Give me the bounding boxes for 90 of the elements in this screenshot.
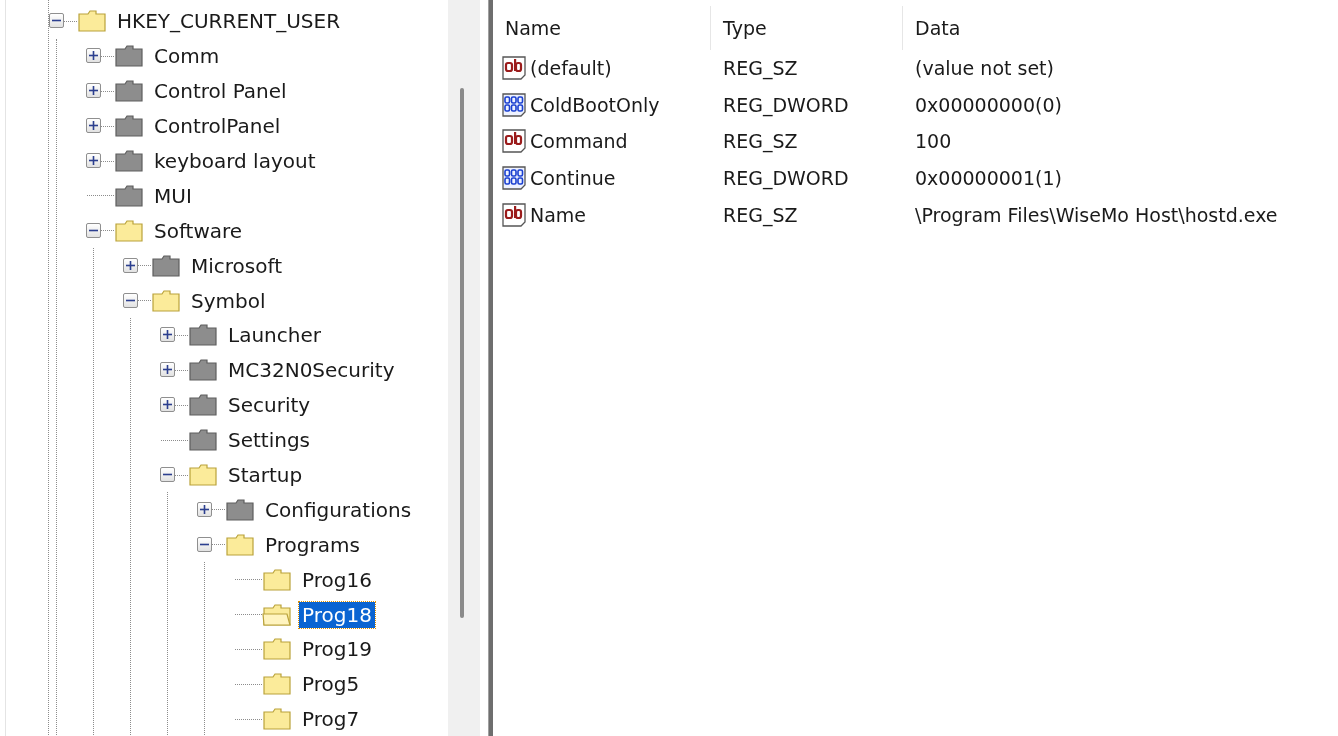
plus-icon <box>89 51 98 61</box>
tree-item[interactable]: Prog18 <box>299 601 375 628</box>
folder-icon <box>225 497 255 522</box>
column-header[interactable]: Type <box>711 6 903 50</box>
value-name[interactable]: ColdBootOnly <box>530 93 660 116</box>
folder-icon <box>188 358 218 383</box>
binary-value-icon <box>501 91 527 118</box>
plus-icon <box>126 260 135 270</box>
value-type: REG_DWORD <box>722 93 850 116</box>
tree-item[interactable]: Launcher <box>225 322 324 349</box>
expand-button[interactable] <box>86 153 101 168</box>
collapse-button[interactable] <box>49 13 64 29</box>
tree-item[interactable]: Prog16 <box>299 566 375 593</box>
folder-icon <box>114 218 144 243</box>
value-data: 100 <box>914 130 953 153</box>
scrollbar[interactable] <box>448 0 480 736</box>
column-header[interactable]: Data <box>903 6 1338 50</box>
folder-icon <box>151 288 181 313</box>
string-value-icon <box>501 201 527 228</box>
tree-item[interactable]: Control Panel <box>151 78 290 105</box>
plus-icon <box>200 504 209 514</box>
tree-item[interactable]: Prog5 <box>299 671 363 698</box>
value-name[interactable]: Continue <box>530 167 616 190</box>
tree-item[interactable]: Prog19 <box>299 636 375 663</box>
tree-item[interactable]: keyboard layout <box>151 148 319 174</box>
expand-button[interactable] <box>160 327 175 343</box>
tree-item[interactable]: Software <box>151 217 246 244</box>
folder-icon <box>114 114 144 139</box>
plus-icon <box>163 365 172 375</box>
value-data: (value not set) <box>914 57 1055 80</box>
expand-button[interactable] <box>86 48 101 64</box>
folder-icon <box>114 79 144 104</box>
expand-button[interactable] <box>160 362 175 378</box>
folder-icon <box>114 183 144 208</box>
plus-icon <box>89 156 98 165</box>
folder-icon <box>77 9 107 34</box>
value-type: REG_SZ <box>722 203 799 226</box>
value-name[interactable]: (default) <box>530 57 612 80</box>
string-value-icon <box>501 55 527 82</box>
tree-item[interactable]: Startup <box>225 462 306 488</box>
tree-item[interactable]: HKEY_CURRENT_USER <box>114 8 344 35</box>
folder-icon <box>225 532 255 557</box>
plus-icon <box>89 121 98 131</box>
expand-button[interactable] <box>160 397 175 413</box>
collapse-button[interactable] <box>197 536 212 552</box>
folder-icon <box>188 463 218 487</box>
value-type: REG_SZ <box>722 130 799 153</box>
value-data: 0x00000000(0) <box>914 93 1063 116</box>
value-type: REG_SZ <box>722 57 799 80</box>
tree-item[interactable]: ControlPanel <box>151 113 284 140</box>
string-value-icon <box>501 128 527 155</box>
value-data: \Program Files\WiseMo Host\hostd.exe <box>914 203 1279 226</box>
folder-icon <box>262 672 292 697</box>
tree-item[interactable]: Configurations <box>262 496 415 523</box>
value-name[interactable]: Command <box>530 130 628 153</box>
value-name[interactable]: Name <box>530 203 587 226</box>
tree-item[interactable]: MC32N0Security <box>225 357 398 384</box>
plus-icon <box>163 400 172 410</box>
folder-icon <box>262 707 292 732</box>
value-data: 0x00000001(1) <box>914 167 1063 190</box>
tree-item[interactable]: Security <box>225 392 314 419</box>
expand-button[interactable] <box>197 501 212 517</box>
expand-button[interactable] <box>86 83 101 99</box>
tree-item[interactable]: Microsoft <box>188 252 285 279</box>
folder-icon <box>114 149 144 173</box>
collapse-button[interactable] <box>123 292 138 308</box>
tree-item[interactable]: Prog7 <box>299 706 363 733</box>
collapse-button[interactable] <box>86 222 101 238</box>
tree-item[interactable]: Settings <box>225 427 314 454</box>
collapse-button[interactable] <box>160 467 175 482</box>
expand-button[interactable] <box>86 118 101 134</box>
folder-icon <box>151 253 181 278</box>
binary-value-icon <box>501 165 527 192</box>
tree-item[interactable]: Symbol <box>188 287 269 314</box>
scrollbar-thumb[interactable] <box>460 88 464 618</box>
plus-icon <box>163 330 172 340</box>
folder-icon <box>262 637 292 662</box>
open-folder-icon <box>262 602 292 627</box>
folder-icon <box>262 567 292 592</box>
folder-icon <box>114 44 144 69</box>
tree-item[interactable]: Programs <box>262 531 363 558</box>
expand-button[interactable] <box>123 257 138 273</box>
tree-item[interactable]: Comm <box>151 43 223 70</box>
plus-icon <box>89 86 98 96</box>
value-type: REG_DWORD <box>722 167 850 190</box>
column-header[interactable]: Name <box>493 6 711 50</box>
folder-icon <box>188 428 218 453</box>
folder-icon <box>188 323 218 348</box>
folder-icon <box>188 393 218 418</box>
tree-item[interactable]: MUI <box>151 182 195 209</box>
